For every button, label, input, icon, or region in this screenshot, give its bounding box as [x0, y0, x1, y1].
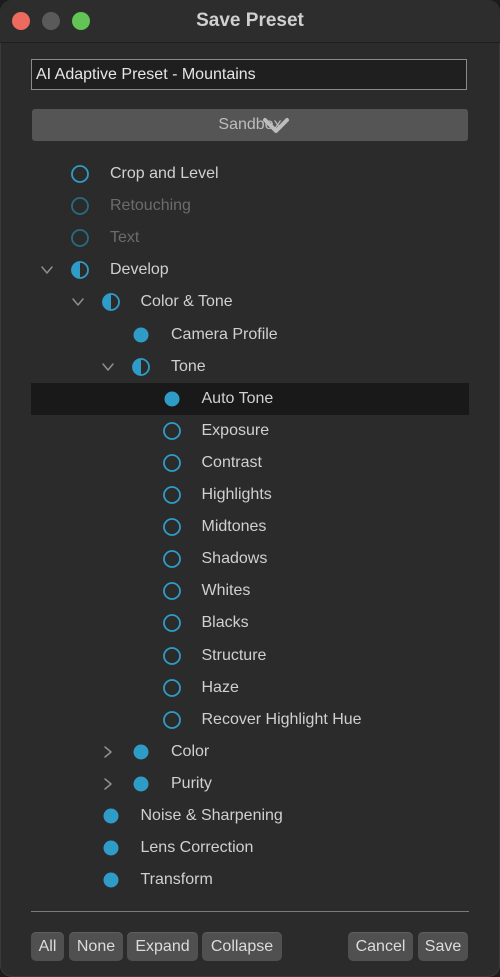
select-none-button[interactable]: None [69, 932, 123, 961]
empty-circle-icon[interactable] [162, 550, 181, 569]
save-preset-window: Save Preset Sandbox Crop and Level Retouc… [0, 0, 500, 977]
empty-circle-icon[interactable] [71, 229, 89, 248]
tree-row-label: Color & Tone [140, 293, 233, 311]
tree-row-label: Contrast [201, 453, 262, 471]
tree-row-label: Haze [201, 678, 239, 696]
tree-row[interactable]: Crop and Level [31, 158, 469, 190]
filled-circle-icon[interactable] [102, 839, 120, 857]
category-dropdown[interactable]: Sandbox [32, 109, 468, 141]
chevron-right-icon[interactable] [101, 777, 115, 791]
filled-circle-icon[interactable] [132, 743, 150, 761]
tree-row[interactable]: Color & Tone [31, 286, 469, 318]
chevron-down-icon [263, 118, 289, 133]
expand-all-button[interactable]: Expand [127, 932, 198, 961]
tree-row-label: Recover Highlight Hue [201, 710, 362, 728]
filled-circle-icon[interactable] [102, 807, 120, 825]
select-all-button[interactable]: All [31, 932, 64, 961]
empty-circle-icon[interactable] [162, 486, 181, 504]
tree-row-label: Lens Correction [140, 839, 254, 857]
empty-circle-icon[interactable] [162, 453, 181, 472]
tree-row[interactable]: Blacks [31, 607, 469, 639]
cancel-button[interactable]: Cancel [348, 932, 413, 961]
tree-row-label: Blacks [201, 614, 249, 632]
empty-circle-icon[interactable] [162, 646, 181, 665]
tree-row-label: Highlights [201, 486, 272, 503]
tree-row[interactable]: Midtones [31, 511, 469, 543]
tree-row[interactable]: Shadows [31, 543, 469, 575]
tree-row[interactable]: Develop [31, 254, 469, 286]
tree-row[interactable]: Contrast [31, 447, 469, 479]
tree-row-label: Structure [201, 646, 267, 664]
tree-row-label: Whites [201, 582, 251, 600]
save-button[interactable]: Save [418, 932, 468, 961]
tree-row[interactable]: Highlights [31, 479, 469, 511]
tree-row[interactable]: Structure [31, 640, 469, 672]
tree-row-label: Crop and Level [110, 165, 219, 182]
tree-row-label: Develop [110, 261, 169, 279]
empty-circle-icon[interactable] [71, 165, 89, 183]
tree-row-label: Camera Profile [171, 325, 278, 343]
half-filled-circle-icon[interactable] [132, 357, 150, 376]
tree-row[interactable]: Auto Tone [31, 382, 469, 415]
filled-circle-icon[interactable] [132, 775, 150, 793]
empty-circle-icon[interactable] [162, 421, 181, 440]
tree-row-label: Exposure [201, 421, 270, 439]
tree-row-label: Midtones [201, 518, 267, 536]
tree-row[interactable]: Tone [31, 351, 469, 383]
tree-row[interactable]: Whites [31, 575, 469, 607]
tree-row[interactable]: Lens Correction [31, 832, 469, 864]
chevron-down-icon[interactable] [40, 263, 54, 277]
empty-circle-icon[interactable] [71, 197, 89, 215]
tree-row-label: Retouching [110, 197, 191, 215]
title-bar: Save Preset [0, 0, 500, 43]
preset-name-field[interactable] [31, 59, 467, 90]
tree-row[interactable]: Haze [31, 672, 469, 704]
chevron-right-icon[interactable] [101, 745, 115, 759]
chevron-down-icon[interactable] [101, 360, 115, 374]
tree-row[interactable]: Transform [31, 864, 469, 896]
window-title: Save Preset [196, 10, 304, 31]
tree-row[interactable]: Purity [31, 768, 469, 800]
tree-row[interactable]: Color [31, 736, 469, 768]
filled-circle-icon[interactable] [163, 390, 181, 408]
filled-circle-icon[interactable] [132, 326, 150, 344]
tree-row-label: Transform [140, 871, 213, 889]
empty-circle-icon[interactable] [162, 710, 181, 729]
half-filled-circle-icon[interactable] [101, 293, 120, 312]
tree-row-label: Text [110, 229, 140, 247]
collapse-all-button[interactable]: Collapse [202, 932, 282, 961]
tree-row-label: Tone [171, 357, 206, 375]
empty-circle-icon[interactable] [162, 614, 181, 633]
tree-row[interactable]: Text [31, 222, 469, 254]
tree-row[interactable]: Camera Profile [31, 319, 469, 351]
tree-row[interactable]: Noise & Sharpening [31, 800, 469, 832]
chevron-down-icon[interactable] [71, 295, 85, 309]
tree-row-label: Shadows [201, 550, 268, 568]
tree-row-label: Color [171, 742, 210, 760]
tree-row-label: Auto Tone [201, 389, 274, 407]
empty-circle-icon[interactable] [162, 582, 181, 601]
tree-row-label: Purity [171, 774, 212, 792]
tree-row[interactable]: Retouching [31, 190, 469, 222]
tree-row[interactable]: Exposure [31, 415, 469, 447]
empty-circle-icon[interactable] [162, 518, 181, 536]
divider [31, 911, 469, 912]
tree-row[interactable]: Recover Highlight Hue [31, 704, 469, 736]
half-filled-circle-icon[interactable] [71, 261, 89, 280]
tree-row-label: Noise & Sharpening [140, 807, 283, 824]
filled-circle-icon[interactable] [102, 871, 120, 889]
empty-circle-icon[interactable] [162, 678, 181, 697]
